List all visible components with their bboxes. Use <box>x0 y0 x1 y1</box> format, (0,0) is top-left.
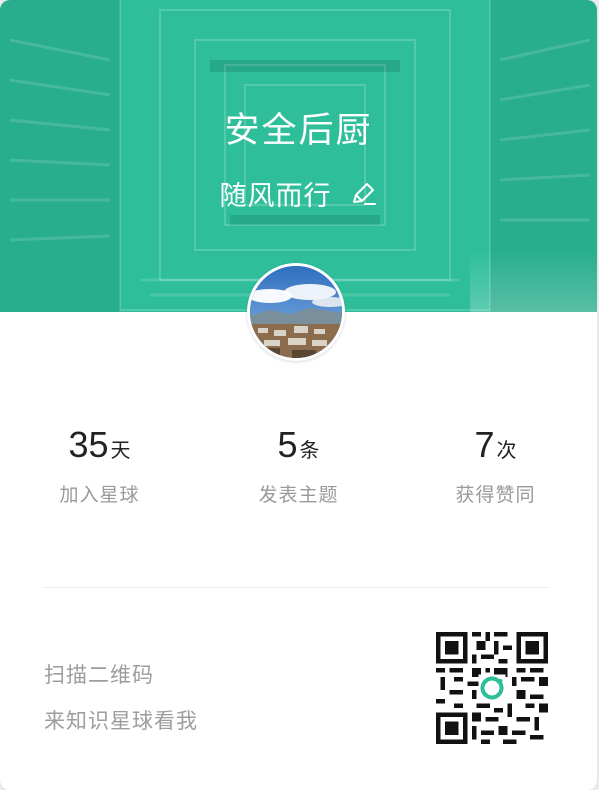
owner-name: 随风而行 <box>219 181 332 212</box>
planet-share-card: 安全后厨 随风而行 35 天 加入星球 5 条 发表主题 7 次 获得赞同 扫描… <box>0 0 597 790</box>
stat-unit: 次 <box>496 438 517 462</box>
planet-title: 安全后厨 <box>224 111 373 151</box>
edit-pencil-icon[interactable] <box>348 179 378 209</box>
divider <box>44 587 548 588</box>
stat-label: 获得赞同 <box>455 484 536 506</box>
scan-prompt: 扫描二维码 来知识星球看我 <box>44 652 198 744</box>
stat-label: 发表主题 <box>258 484 339 506</box>
scan-prompt-line-1: 扫描二维码 <box>44 663 154 687</box>
stat-join-days: 35 天 加入星球 <box>0 424 199 507</box>
stat-value: 5 <box>277 424 298 465</box>
avatar[interactable] <box>247 263 345 361</box>
stat-value: 7 <box>474 424 495 465</box>
stat-label: 加入星球 <box>59 484 140 506</box>
qr-code-icon[interactable] <box>436 632 548 744</box>
scan-prompt-line-2: 来知识星球看我 <box>44 709 198 733</box>
stat-unit: 条 <box>299 438 320 462</box>
avatar-landscape-image <box>250 266 342 358</box>
stat-likes: 7 次 获得赞同 <box>396 424 595 507</box>
stat-topics: 5 条 发表主题 <box>199 424 398 507</box>
stat-value: 35 <box>68 424 109 465</box>
banner-fade-overlay <box>470 250 597 312</box>
stat-unit: 天 <box>110 438 131 462</box>
owner-row: 随风而行 <box>0 174 597 213</box>
